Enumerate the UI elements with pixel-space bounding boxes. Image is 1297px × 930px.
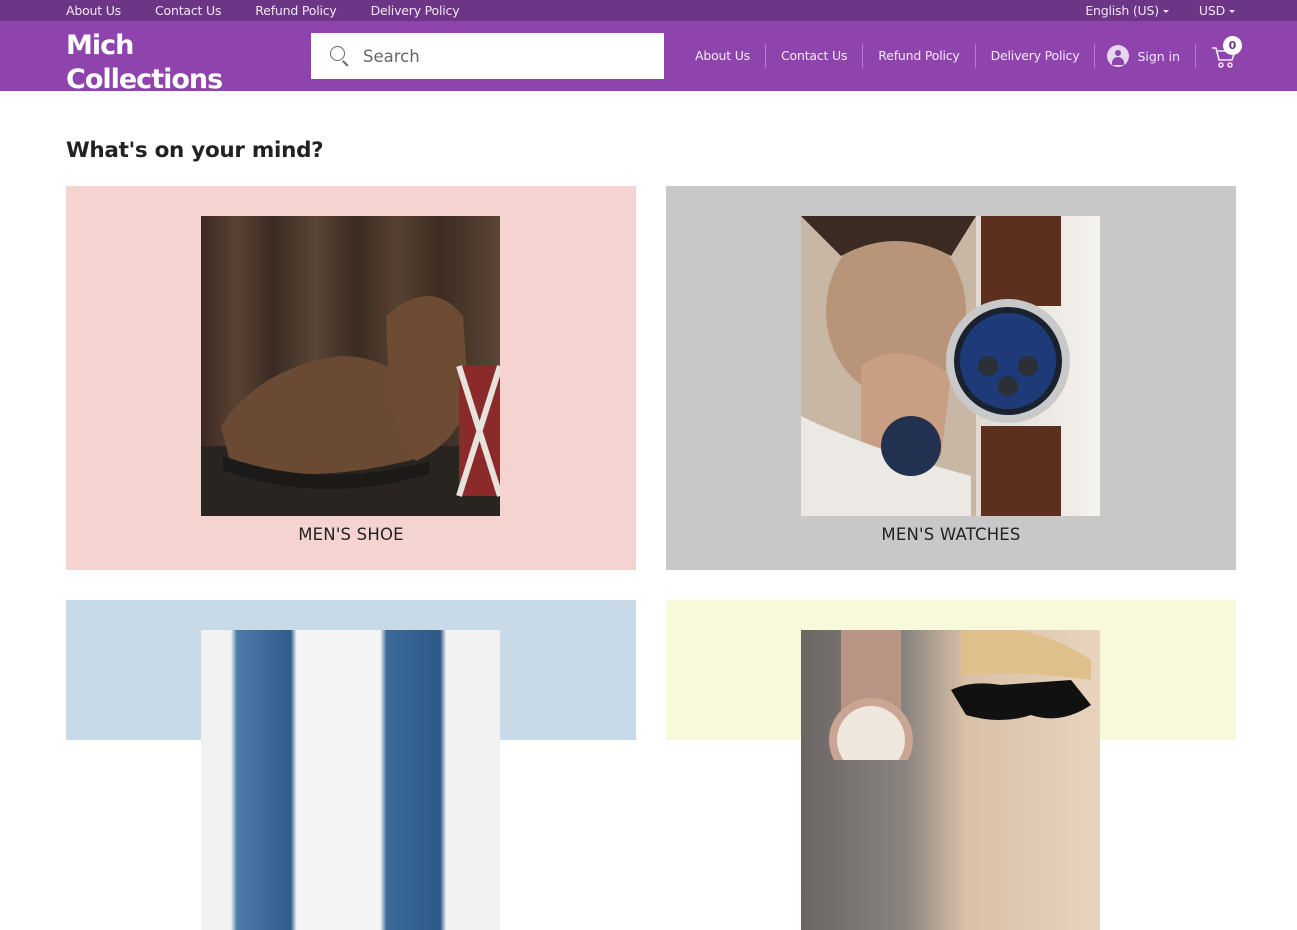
category-card-mens-watches[interactable]: MEN'S WATCHES [666,186,1236,570]
currency-label: USD [1198,3,1225,18]
ladies-watch-image [801,630,1100,930]
brand-logo[interactable]: Mich Collections Home of Fashion & Style [66,29,286,111]
top-selectors: English (US) USD [1085,0,1235,21]
currency-selector[interactable]: USD [1199,3,1235,18]
caret-down-icon [1162,10,1169,13]
nav-delivery-policy[interactable]: Delivery Policy [976,44,1096,68]
top-utility-bar: About Us Contact Us Refund Policy Delive… [0,0,1297,21]
search-icon [329,45,351,67]
cart-count-badge: 0 [1223,36,1242,55]
brand-name: Mich Collections [66,30,223,95]
mens-watches-image [801,216,1100,516]
search-input[interactable] [363,46,643,66]
nav-about-us[interactable]: About Us [680,44,766,68]
top-link-contact-us[interactable]: Contact Us [155,3,221,18]
top-link-about-us[interactable]: About Us [66,3,121,18]
nav-contact-us[interactable]: Contact Us [766,44,864,68]
jeans-image [201,630,500,930]
search-bar [311,33,664,79]
top-link-refund-policy[interactable]: Refund Policy [255,3,337,18]
category-label: MEN'S SHOE [298,525,404,544]
main-header: Mich Collections Home of Fashion & Style… [0,21,1297,111]
sign-in-button[interactable]: Sign in [1095,44,1197,68]
cart-button[interactable]: 0 [1211,36,1242,71]
top-links: About Us Contact Us Refund Policy Delive… [66,0,460,21]
brand-tagline: Home of Fashion & Style [101,97,263,111]
top-link-delivery-policy[interactable]: Delivery Policy [371,3,460,18]
category-card-ladies-watch[interactable] [666,600,1236,930]
category-card-mens-shoe[interactable]: MEN'S SHOE [66,186,636,570]
user-icon [1107,45,1130,67]
language-selector[interactable]: English (US) [1085,3,1169,18]
category-label: MEN'S WATCHES [881,525,1021,544]
language-label: English (US) [1085,3,1159,18]
caret-down-icon [1229,10,1235,13]
category-card-jeans[interactable] [66,600,636,930]
page-heading: What's on your mind? [66,138,324,163]
mens-shoe-image [201,216,500,516]
sign-in-label: Sign in [1137,48,1181,64]
nav-refund-policy[interactable]: Refund Policy [863,44,976,68]
header-nav: About Us Contact Us Refund Policy Delive… [680,44,1197,68]
